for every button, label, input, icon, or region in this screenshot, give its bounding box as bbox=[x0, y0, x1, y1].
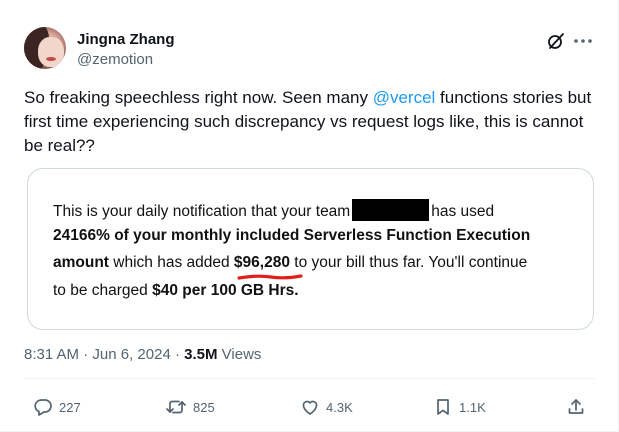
like-count: 4.3K bbox=[326, 399, 353, 415]
post-time[interactable]: 8:31 AM bbox=[24, 346, 79, 363]
divider bbox=[24, 378, 595, 379]
views-count: 3.5M bbox=[184, 346, 218, 363]
redaction-box bbox=[352, 199, 430, 221]
author-handle[interactable]: @zemotion bbox=[77, 51, 153, 68]
media-line-3: amount which has added $96,280 to your b… bbox=[53, 254, 528, 280]
media-line-4: to be charged $40 per 100 GB Hrs. bbox=[53, 282, 299, 300]
media-line-1: This is your daily notification that you… bbox=[53, 199, 494, 221]
like-icon bbox=[302, 400, 318, 415]
reply-button[interactable]: 227 bbox=[33, 396, 81, 418]
views-label: Views bbox=[217, 346, 262, 363]
author-name[interactable]: Jingna Zhang bbox=[77, 31, 175, 48]
grok-icon bbox=[548, 33, 564, 49]
media-card[interactable]: This is your daily notification that you… bbox=[27, 168, 594, 330]
share-button[interactable] bbox=[566, 396, 586, 418]
repost-icon bbox=[166, 400, 186, 414]
reply-count: 227 bbox=[59, 399, 81, 415]
avatar[interactable] bbox=[24, 27, 66, 69]
media-line-2: 24166% of your monthly included Serverle… bbox=[53, 227, 531, 244]
media-line-3-end: to your bill thus far. You'll continue bbox=[289, 254, 528, 271]
meta-separator: · bbox=[79, 346, 93, 363]
meta-separator: · bbox=[170, 346, 185, 363]
tweet-text-start: So freaking speechless right now. Seen m… bbox=[24, 88, 373, 107]
bookmark-count: 1.1K bbox=[459, 399, 486, 415]
mention-link[interactable]: @vercel bbox=[373, 88, 436, 107]
tweet-text: So freaking speechless right now. Seen m… bbox=[24, 86, 594, 158]
media-line-4-bold: $40 per 100 GB Hrs. bbox=[152, 282, 299, 299]
media-line-1-end: has used bbox=[431, 203, 495, 220]
bill-amount-text: $96,280 bbox=[233, 254, 290, 271]
media-line-3-bold: amount bbox=[53, 254, 109, 271]
repost-button[interactable]: 825 bbox=[165, 396, 215, 418]
avatar-face bbox=[38, 37, 64, 67]
media-line-3-mid: which has added bbox=[108, 254, 234, 271]
reply-icon bbox=[34, 399, 52, 416]
like-button[interactable]: 4.3K bbox=[300, 396, 353, 418]
media-line-4-start: to be charged bbox=[53, 282, 153, 299]
media-line-1-start: This is your daily notification that you… bbox=[53, 203, 351, 220]
bill-amount: $96,280 bbox=[233, 254, 303, 280]
repost-count: 825 bbox=[193, 399, 215, 415]
bookmark-icon bbox=[437, 399, 449, 415]
tweet-container: Jingna Zhang @zemotion So freaking speec… bbox=[0, 0, 619, 432]
avatar-lips bbox=[46, 57, 56, 61]
grok-button[interactable] bbox=[546, 31, 566, 51]
post-date[interactable]: Jun 6, 2024 bbox=[92, 346, 170, 363]
red-underline-annotation bbox=[237, 274, 303, 280]
share-icon bbox=[568, 399, 584, 414]
more-icon bbox=[574, 39, 592, 43]
more-button[interactable] bbox=[572, 31, 594, 51]
bookmark-button[interactable]: 1.1K bbox=[433, 396, 486, 418]
tweet-meta: 8:31 AM · Jun 6, 2024 · 3.5M Views bbox=[24, 346, 261, 363]
